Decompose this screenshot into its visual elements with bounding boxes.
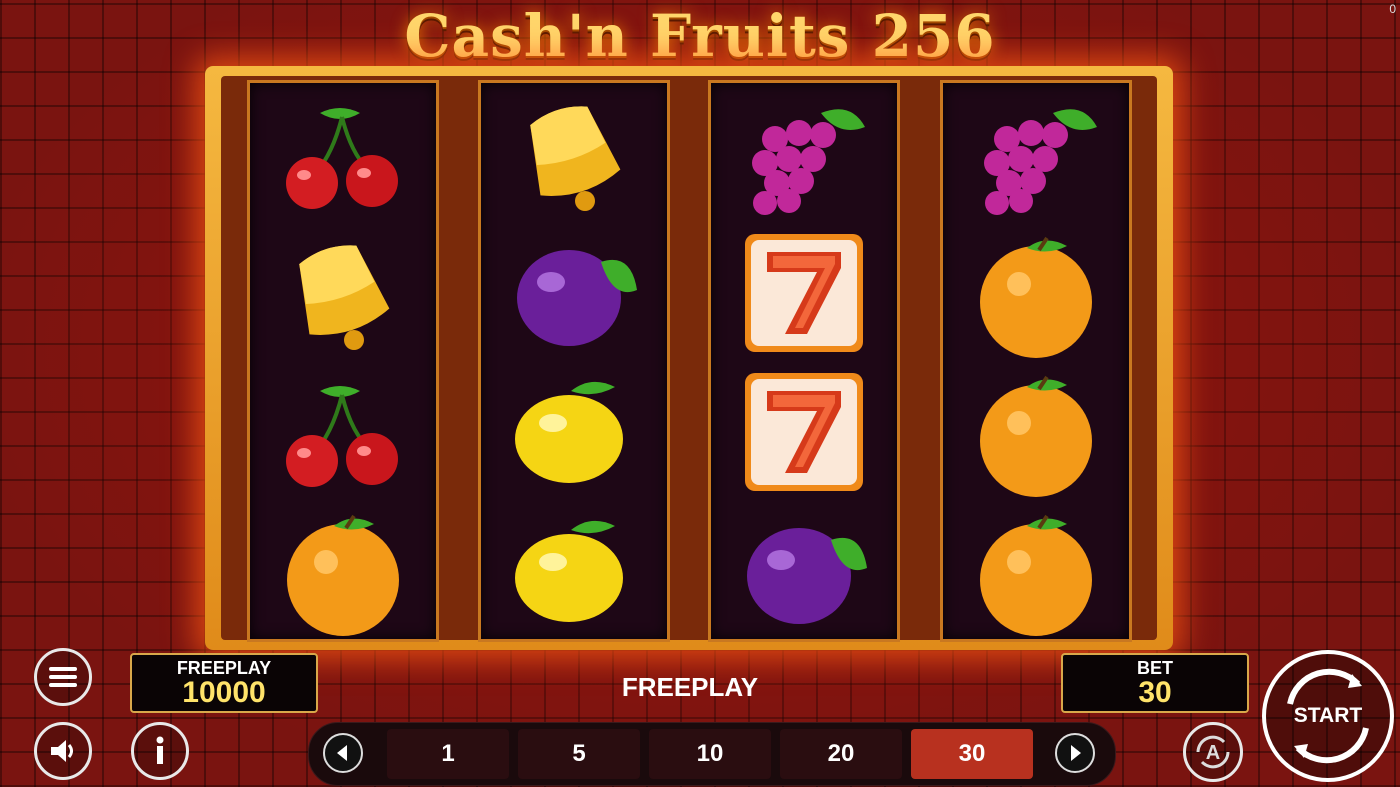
sound-button[interactable] (34, 722, 92, 780)
reel-2 (478, 80, 670, 642)
balance-panel: FREEPLAY 10000 (130, 653, 318, 713)
speaker-icon (51, 740, 73, 762)
plum-icon (517, 250, 637, 346)
info-button[interactable] (131, 722, 189, 780)
symbol-orange (943, 222, 1129, 361)
grapes-icon (752, 109, 865, 215)
symbol-bell (250, 222, 436, 361)
symbol-seven (711, 361, 897, 500)
bet-label: BET (1137, 658, 1173, 678)
cherry-icon (286, 108, 398, 209)
bet-prev-button[interactable] (323, 733, 363, 773)
bet-selector: 1 5 10 20 30 (308, 722, 1116, 786)
orange-icon (287, 514, 399, 636)
cherry-icon (286, 386, 398, 487)
symbol-plum (481, 222, 667, 361)
symbol-orange (943, 361, 1129, 500)
bet-option-5[interactable]: 5 (518, 729, 640, 779)
symbol-plum (711, 500, 897, 639)
bet-option-10[interactable]: 10 (649, 729, 771, 779)
status-message: FREEPLAY (621, 672, 759, 702)
reel-3 (708, 80, 900, 642)
reel-4 (940, 80, 1132, 642)
autoplay-icon: A (1196, 735, 1230, 769)
bet-option-30[interactable]: 30 (911, 729, 1033, 779)
arrow-left-icon (337, 745, 347, 761)
menu-button[interactable] (34, 648, 92, 706)
balance-label: FREEPLAY (176, 658, 272, 678)
orange-icon (980, 514, 1092, 636)
symbol-orange (250, 500, 436, 639)
orange-icon (980, 236, 1092, 358)
symbol-grapes (943, 83, 1129, 222)
bet-next-button[interactable] (1055, 733, 1095, 773)
game-logo-title: Cash'n Fruits 256 (404, 2, 996, 70)
arrow-right-icon (1071, 745, 1081, 761)
symbol-lemon (481, 500, 667, 639)
balance-value: 10000 (182, 676, 266, 709)
bet-option-20[interactable]: 20 (780, 729, 902, 779)
plum-icon (747, 528, 867, 624)
bet-value: 30 (1138, 676, 1172, 709)
bet-panel: BET 30 (1061, 653, 1249, 713)
lemon-icon (515, 381, 623, 483)
start-button[interactable]: START (1262, 650, 1394, 782)
bell-icon (299, 245, 390, 350)
grapes-icon (984, 109, 1097, 215)
autoplay-label: A (1206, 742, 1220, 764)
seven-icon (745, 234, 863, 352)
symbol-orange (943, 500, 1129, 639)
start-label: START (1293, 704, 1363, 727)
symbol-grapes (711, 83, 897, 222)
orange-icon (980, 375, 1092, 497)
symbol-bell (481, 83, 667, 222)
autoplay-button[interactable]: A (1183, 722, 1243, 782)
bell-icon (530, 106, 621, 211)
info-icon (156, 736, 164, 764)
seven-icon (745, 373, 863, 491)
symbol-seven (711, 222, 897, 361)
bet-option-1[interactable]: 1 (387, 729, 509, 779)
lemon-icon (515, 520, 623, 622)
menu-icon (49, 667, 77, 687)
symbol-cherry (250, 83, 436, 222)
symbol-cherry (250, 361, 436, 500)
symbol-lemon (481, 361, 667, 500)
reel-1 (247, 80, 439, 642)
